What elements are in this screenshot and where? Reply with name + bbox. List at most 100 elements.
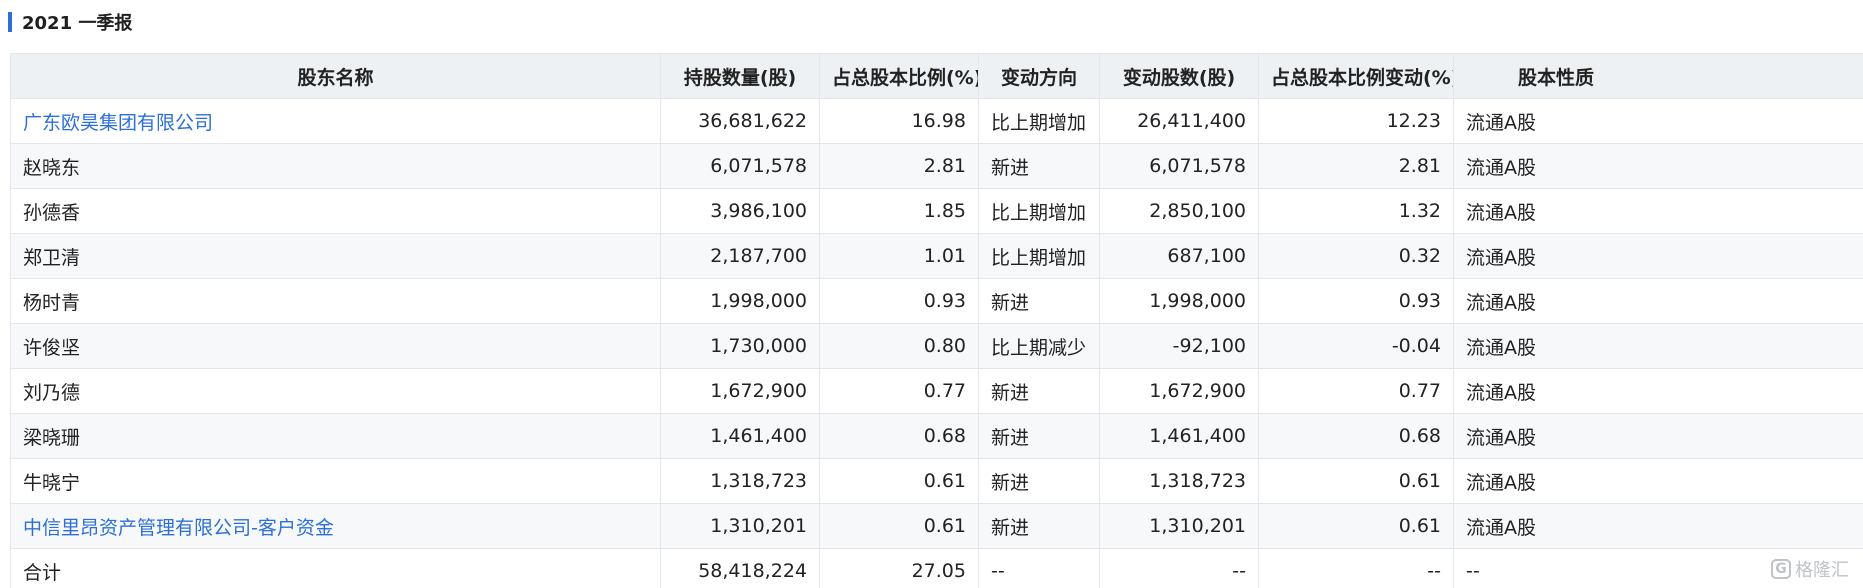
col-header-change-shares: 变动股数(股)	[1099, 53, 1259, 99]
cell-ratio: 0.80	[819, 323, 979, 369]
cell-direction: 新进	[978, 503, 1100, 549]
col-header-direction: 变动方向	[978, 53, 1100, 99]
cell-ratio-change: -0.04	[1258, 323, 1454, 369]
cell-shares: 1,461,400	[660, 413, 820, 459]
cell-holder-name: 刘乃德	[10, 368, 661, 414]
cell-ratio: 0.61	[819, 458, 979, 504]
section-accent-bar	[8, 12, 12, 32]
total-cell-direction: --	[978, 548, 1100, 588]
cell-holder-name: 梁晓珊	[10, 413, 661, 459]
cell-ratio-change: 2.81	[1258, 143, 1454, 189]
cell-holder-name: 孙德香	[10, 188, 661, 234]
table-row: 刘乃德 1,672,900 0.77 新进 1,672,900 0.77 流通A股	[10, 368, 1863, 414]
cell-shares: 3,986,100	[660, 188, 820, 234]
cell-shares: 1,310,201	[660, 503, 820, 549]
table-row: 赵晓东 6,071,578 2.81 新进 6,071,578 2.81 流通A股	[10, 143, 1863, 189]
cell-share-nature: 流通A股	[1453, 413, 1863, 459]
cell-share-nature: 流通A股	[1453, 323, 1863, 369]
cell-shares: 36,681,622	[660, 98, 820, 144]
table-row: 郑卫清 2,187,700 1.01 比上期增加 687,100 0.32 流通A股	[10, 233, 1863, 279]
cell-shares: 1,318,723	[660, 458, 820, 504]
section-header: 2021 一季报	[8, 10, 132, 34]
cell-change-shares: 1,998,000	[1099, 278, 1259, 324]
shareholder-table: 股东名称 持股数量(股) 占总股本比例(%) 变动方向 变动股数(股) 占总股本…	[10, 53, 1863, 588]
table-row: 广东欧昊集团有限公司 36,681,622 16.98 比上期增加 26,411,400…	[10, 98, 1863, 144]
total-cell-holder-name: 合计	[10, 548, 661, 588]
cell-holder-name: 广东欧昊集团有限公司	[10, 98, 661, 144]
cell-shares: 6,071,578	[660, 143, 820, 189]
col-header-ratio-change: 占总股本比例变动(%)	[1258, 53, 1454, 99]
watermark-logo-icon: G	[1771, 559, 1791, 579]
cell-shares: 1,998,000	[660, 278, 820, 324]
cell-ratio-change: 0.32	[1258, 233, 1454, 279]
cell-ratio: 0.61	[819, 503, 979, 549]
cell-change-shares: 1,310,201	[1099, 503, 1259, 549]
table-row: 杨时青 1,998,000 0.93 新进 1,998,000 0.93 流通A股	[10, 278, 1863, 324]
watermark: G 格隆汇	[1771, 556, 1849, 582]
cell-change-shares: 1,318,723	[1099, 458, 1259, 504]
table-body: 广东欧昊集团有限公司 36,681,622 16.98 比上期增加 26,411,400…	[10, 98, 1863, 588]
cell-ratio-change: 1.32	[1258, 188, 1454, 234]
table-row: 孙德香 3,986,100 1.85 比上期增加 2,850,100 1.32 流通A股	[10, 188, 1863, 234]
cell-holder-name: 许俊坚	[10, 323, 661, 369]
cell-direction: 比上期增加	[978, 188, 1100, 234]
cell-change-shares: 1,461,400	[1099, 413, 1259, 459]
total-cell-change-shares: --	[1099, 548, 1259, 588]
cell-ratio: 0.68	[819, 413, 979, 459]
cell-ratio: 0.93	[819, 278, 979, 324]
cell-ratio: 2.81	[819, 143, 979, 189]
cell-share-nature: 流通A股	[1453, 143, 1863, 189]
table-header-row: 股东名称 持股数量(股) 占总股本比例(%) 变动方向 变动股数(股) 占总股本…	[10, 53, 1863, 99]
cell-ratio: 1.85	[819, 188, 979, 234]
total-cell-shares: 58,418,224	[660, 548, 820, 588]
cell-share-nature: 流通A股	[1453, 458, 1863, 504]
cell-share-nature: 流通A股	[1453, 278, 1863, 324]
cell-shares: 1,672,900	[660, 368, 820, 414]
cell-share-nature: 流通A股	[1453, 503, 1863, 549]
cell-share-nature: 流通A股	[1453, 188, 1863, 234]
table-total-row: 合计 58,418,224 27.05 -- -- -- --	[10, 548, 1863, 588]
cell-holder-name: 牛晓宁	[10, 458, 661, 504]
cell-share-nature: 流通A股	[1453, 368, 1863, 414]
holder-name-link[interactable]: 广东欧昊集团有限公司	[23, 112, 213, 134]
cell-change-shares: 687,100	[1099, 233, 1259, 279]
cell-holder-name: 中信里昂资产管理有限公司-客户资金	[10, 503, 661, 549]
watermark-text: 格隆汇	[1795, 560, 1849, 581]
cell-ratio: 1.01	[819, 233, 979, 279]
cell-direction: 新进	[978, 278, 1100, 324]
shareholder-table-viewport[interactable]: 股东名称 持股数量(股) 占总股本比例(%) 变动方向 变动股数(股) 占总股本…	[10, 53, 1863, 588]
table-row: 牛晓宁 1,318,723 0.61 新进 1,318,723 0.61 流通A股	[10, 458, 1863, 504]
cell-direction: 比上期减少	[978, 323, 1100, 369]
cell-ratio-change: 0.61	[1258, 458, 1454, 504]
section-title: 2021 一季报	[22, 13, 133, 34]
cell-change-shares: 1,672,900	[1099, 368, 1259, 414]
table-row: 许俊坚 1,730,000 0.80 比上期减少 -92,100 -0.04 流通A股	[10, 323, 1863, 369]
col-header-holder-name: 股东名称	[10, 53, 661, 99]
cell-direction: 新进	[978, 458, 1100, 504]
cell-shares: 1,730,000	[660, 323, 820, 369]
cell-direction: 新进	[978, 368, 1100, 414]
total-cell-ratio-change: --	[1258, 548, 1454, 588]
cell-share-nature: 流通A股	[1453, 98, 1863, 144]
cell-ratio: 16.98	[819, 98, 979, 144]
cell-ratio-change: 0.93	[1258, 278, 1454, 324]
cell-ratio-change: 0.68	[1258, 413, 1454, 459]
cell-holder-name: 杨时青	[10, 278, 661, 324]
col-header-share-nature: 股本性质	[1453, 53, 1863, 99]
cell-direction: 新进	[978, 413, 1100, 459]
cell-direction: 新进	[978, 143, 1100, 189]
cell-holder-name: 郑卫清	[10, 233, 661, 279]
table-row: 梁晓珊 1,461,400 0.68 新进 1,461,400 0.68 流通A股	[10, 413, 1863, 459]
col-header-shares: 持股数量(股)	[660, 53, 820, 99]
cell-change-shares: 26,411,400	[1099, 98, 1259, 144]
total-cell-ratio: 27.05	[819, 548, 979, 588]
cell-ratio: 0.77	[819, 368, 979, 414]
cell-direction: 比上期增加	[978, 233, 1100, 279]
table-row: 中信里昂资产管理有限公司-客户资金 1,310,201 0.61 新进 1,310,20…	[10, 503, 1863, 549]
cell-change-shares: -92,100	[1099, 323, 1259, 369]
cell-change-shares: 2,850,100	[1099, 188, 1259, 234]
cell-share-nature: 流通A股	[1453, 233, 1863, 279]
holder-name-link[interactable]: 中信里昂资产管理有限公司-客户资金	[23, 517, 334, 539]
cell-ratio-change: 0.61	[1258, 503, 1454, 549]
col-header-ratio: 占总股本比例(%)	[819, 53, 979, 99]
